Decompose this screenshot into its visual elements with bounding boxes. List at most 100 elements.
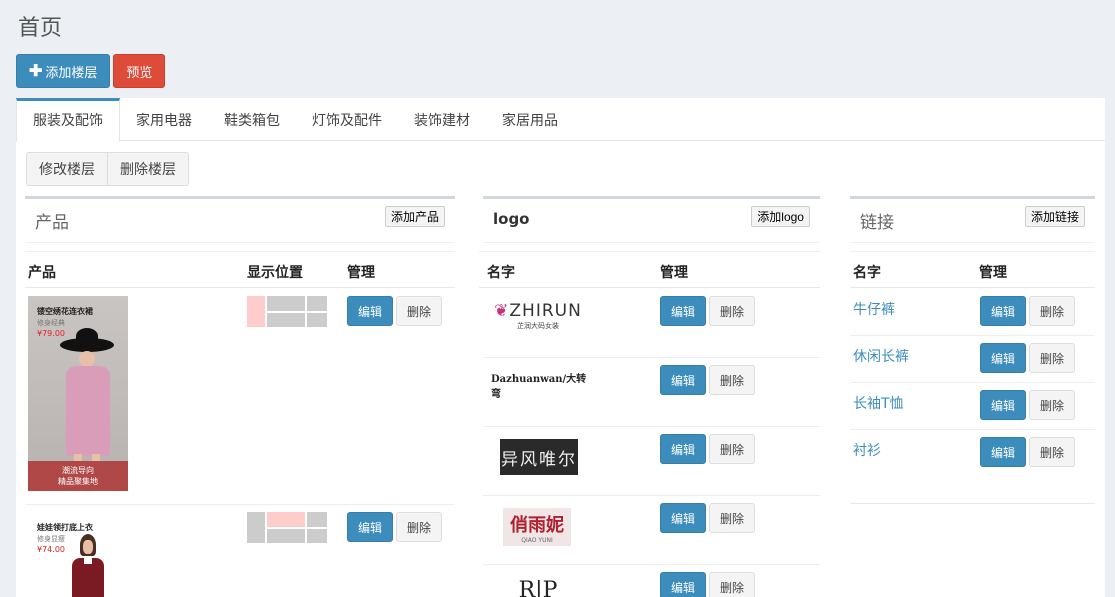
table-row: Dazhuanwan/大转弯 编辑 删除 — [483, 358, 820, 427]
product-image: 镂空绣花连衣裙 修身经典 ¥79.00 潮流导向 精品聚集地 — [28, 296, 128, 491]
edit-button[interactable]: 编辑 — [980, 390, 1026, 420]
logo-main: Dazhuanwan/大转弯 — [491, 374, 587, 400]
tab-home-goods[interactable]: 家居用品 — [486, 98, 574, 140]
col-manage: 管理 — [660, 265, 688, 281]
tab-building-materials[interactable]: 装饰建材 — [398, 98, 486, 140]
delete-button[interactable]: 删除 — [709, 365, 755, 395]
edit-button[interactable]: 编辑 — [980, 296, 1026, 326]
logo-main: ZHIRUN — [509, 301, 582, 321]
edit-button[interactable]: 编辑 — [980, 437, 1026, 467]
links-title: 链接 — [860, 213, 894, 233]
logo-main: R|P — [518, 577, 558, 597]
col-manage: 管理 — [347, 265, 375, 281]
links-header: 链接 添加链接 — [850, 199, 1095, 243]
delete-button[interactable]: 删除 — [1029, 390, 1075, 420]
logo-header: logo 添加logo — [483, 199, 820, 243]
table-row: 俏雨妮 QIAO YUNI 编辑 删除 — [483, 496, 820, 565]
edit-button[interactable]: 编辑 — [660, 365, 706, 395]
link-name[interactable]: 长袖T恤 — [853, 393, 904, 413]
edit-button[interactable]: 编辑 — [660, 503, 706, 533]
logo-image: Dazhuanwan/大转弯 — [491, 374, 591, 400]
delete-button[interactable]: 删除 — [396, 512, 442, 542]
links-table-header: 名字 管理 — [850, 251, 1095, 288]
table-row: ❦ZHIRUN 芷润大码女装 编辑 删除 — [483, 289, 820, 358]
logo-image: R|P — [508, 575, 568, 597]
delete-button[interactable]: 删除 — [1029, 343, 1075, 373]
products-box: 产品 添加产品 产品 显示位置 管理 镂空绣花连衣裙 修身经典 ¥79.00 潮… — [25, 196, 455, 597]
tab-lighting[interactable]: 灯饰及配件 — [296, 98, 398, 140]
tab-appliances[interactable]: 家用电器 — [120, 98, 208, 140]
logo-image: 俏雨妮 QIAO YUNI — [503, 508, 571, 546]
table-row: 衬衫 编辑 删除 — [850, 430, 1095, 477]
product-banner-line2: 精品聚集地 — [58, 477, 98, 486]
edit-button[interactable]: 编辑 — [660, 572, 706, 597]
delete-button[interactable]: 删除 — [1029, 296, 1075, 326]
add-floor-button[interactable]: ✚ 添加楼层 — [16, 54, 111, 88]
top-actions: ✚ 添加楼层 预览 — [16, 54, 166, 88]
add-product-button[interactable]: 添加产品 — [384, 206, 445, 227]
edit-button[interactable]: 编辑 — [660, 296, 706, 326]
table-row: 镂空绣花连衣裙 修身经典 ¥79.00 潮流导向 精品聚集地 编辑 删除 — [25, 289, 455, 505]
floor-panel: 服装及配饰 家用电器 鞋类箱包 灯饰及配件 装饰建材 家居用品 修改楼层 删除楼… — [16, 98, 1105, 597]
logo-title: logo — [493, 210, 530, 228]
preview-button[interactable]: 预览 — [113, 54, 166, 88]
col-position: 显示位置 — [247, 265, 303, 281]
links-box: 链接 添加链接 名字 管理 牛仔裤 编辑 删除 休闲长裤 编辑 删除 长袖T恤 … — [850, 196, 1095, 504]
product-sub: 修身经典 — [37, 319, 65, 327]
product-headline: 镂空绣花连衣裙 — [37, 307, 93, 316]
product-banner-line1: 潮流导向 — [62, 466, 94, 475]
delete-button[interactable]: 删除 — [709, 503, 755, 533]
col-manage: 管理 — [979, 265, 1007, 281]
logo-box: logo 添加logo 名字 管理 ❦ZHIRUN 芷润大码女装 编辑 删除 D… — [479, 196, 820, 597]
edit-button[interactable]: 编辑 — [980, 343, 1026, 373]
delete-button[interactable]: 删除 — [709, 434, 755, 464]
delete-button[interactable]: 删除 — [1029, 437, 1075, 467]
product-price: ¥74.00 — [37, 545, 65, 554]
col-product: 产品 — [28, 265, 56, 281]
category-tabs: 服装及配饰 家用电器 鞋类箱包 灯饰及配件 装饰建材 家居用品 — [16, 98, 1105, 142]
product-sub: 修身显瘦 — [37, 535, 65, 543]
logo-sub: QIAO YUNI — [521, 536, 553, 544]
table-row: 休闲长裤 编辑 删除 — [850, 336, 1095, 383]
delete-button[interactable]: 删除 — [709, 296, 755, 326]
tab-shoes-bags[interactable]: 鞋类箱包 — [208, 98, 296, 140]
col-name: 名字 — [853, 265, 881, 281]
add-link-button[interactable]: 添加链接 — [1024, 206, 1085, 227]
edit-floor-button[interactable]: 修改楼层 — [26, 152, 108, 186]
logo-image: ❦ZHIRUN 芷润大码女装 — [494, 301, 582, 330]
logo-sub: 芷润大码女装 — [517, 322, 559, 330]
col-name: 名字 — [487, 265, 515, 281]
edit-button[interactable]: 编辑 — [347, 512, 393, 542]
add-floor-label: 添加楼层 — [45, 64, 98, 80]
table-row: 娃娃领打底上衣 修身显瘦 ¥74.00 编辑 删除 — [25, 505, 455, 597]
logo-table-header: 名字 管理 — [479, 251, 820, 288]
edit-button[interactable]: 编辑 — [660, 434, 706, 464]
delete-button[interactable]: 删除 — [709, 572, 755, 597]
logo-main: 异风唯尔 — [501, 449, 577, 470]
logo-main: 俏雨妮 — [510, 514, 564, 536]
product-price: ¥79.00 — [37, 329, 65, 338]
delete-button[interactable]: 删除 — [396, 296, 442, 326]
table-row: 牛仔裤 编辑 删除 — [850, 289, 1095, 336]
logo-image: 异风唯尔 — [500, 439, 578, 475]
products-header: 产品 添加产品 — [25, 199, 455, 243]
page-title: 首页 — [18, 16, 63, 41]
product-image: 娃娃领打底上衣 修身显瘦 ¥74.00 — [28, 512, 128, 597]
product-headline: 娃娃领打底上衣 — [37, 523, 93, 532]
table-row: 异风唯尔 编辑 删除 — [483, 427, 820, 496]
add-logo-button[interactable]: 添加logo — [751, 206, 810, 227]
products-title: 产品 — [35, 213, 69, 233]
link-name[interactable]: 衬衫 — [853, 440, 881, 460]
plus-icon: ✚ — [29, 63, 43, 80]
table-row: R|P 编辑 删除 — [483, 565, 820, 597]
table-row: 长袖T恤 编辑 删除 — [850, 383, 1095, 430]
floor-button-group: 修改楼层 删除楼层 — [26, 152, 189, 186]
edit-button[interactable]: 编辑 — [347, 296, 393, 326]
delete-floor-button[interactable]: 删除楼层 — [108, 152, 189, 186]
products-table-header: 产品 显示位置 管理 — [25, 251, 455, 288]
tab-clothing[interactable]: 服装及配饰 — [16, 98, 120, 142]
link-name[interactable]: 休闲长裤 — [853, 346, 909, 366]
link-name[interactable]: 牛仔裤 — [853, 299, 895, 319]
position-grid[interactable] — [247, 296, 327, 327]
position-grid[interactable] — [247, 512, 327, 543]
